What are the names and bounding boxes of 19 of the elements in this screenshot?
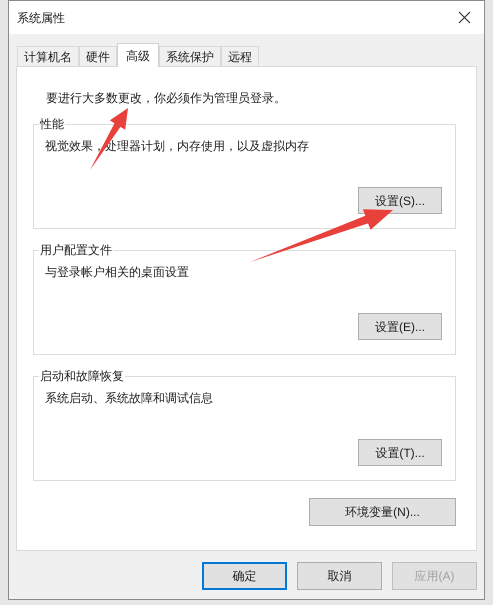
group-description: 系统启动、系统故障和调试信息 bbox=[45, 390, 214, 407]
settings-button[interactable]: 设置(E)... bbox=[358, 313, 442, 340]
window-title: 系统属性 bbox=[17, 10, 65, 26]
tab[interactable]: 计算机名 bbox=[17, 46, 79, 66]
tab[interactable]: 硬件 bbox=[79, 46, 117, 66]
notice-text: 要进行大多数更改，你必须作为管理员登录。 bbox=[46, 90, 287, 107]
settings-button[interactable]: 设置(S)... bbox=[358, 187, 442, 214]
group-title: 启动和故障恢复 bbox=[39, 368, 125, 385]
tab[interactable]: 远程 bbox=[221, 46, 259, 66]
group-title: 用户配置文件 bbox=[39, 242, 113, 259]
settings-button[interactable]: 设置(T)... bbox=[358, 439, 442, 466]
close-icon bbox=[458, 11, 470, 24]
group-description: 与登录帐户相关的桌面设置 bbox=[45, 264, 190, 281]
dialog-button[interactable]: 确定 bbox=[202, 562, 287, 590]
group-title: 性能 bbox=[39, 116, 65, 133]
tab[interactable]: 系统保护 bbox=[159, 46, 221, 66]
tab[interactable]: 高级 bbox=[117, 43, 159, 67]
dialog-button[interactable]: 取消 bbox=[297, 562, 382, 590]
environment-variables-button[interactable]: 环境变量(N)... bbox=[309, 498, 456, 526]
